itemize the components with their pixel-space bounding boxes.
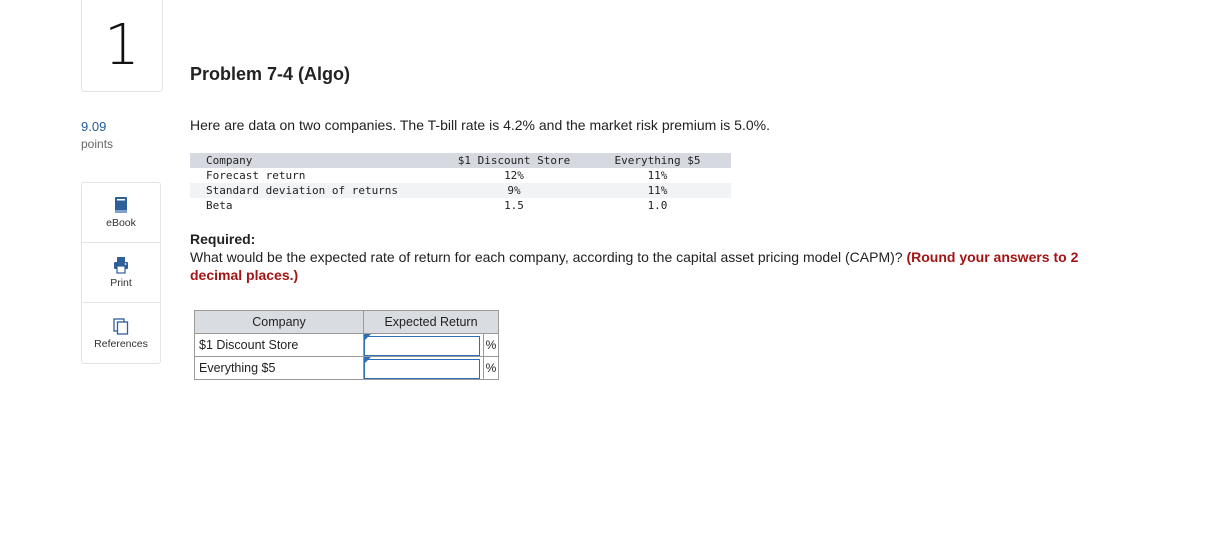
tools-panel: eBook Print References (81, 182, 161, 364)
points-value: 9.09 (81, 119, 107, 134)
references-label: References (94, 337, 148, 350)
percent-unit: % (483, 333, 499, 357)
row-label: Forecast return (206, 169, 306, 182)
answer-table: Company Expected Return $1 Discount Stor… (194, 310, 499, 380)
answer-cell (363, 356, 484, 380)
table-header-row: Company $1 Discount Store Everything $5 (190, 153, 731, 168)
input-flag-icon (364, 334, 371, 341)
row-value: 9% (444, 183, 584, 198)
row-value: 11% (647, 169, 668, 182)
references-icon (113, 317, 129, 335)
question-body: What would be the expected rate of retur… (190, 249, 907, 265)
header-everything-5: Everything $5 (584, 153, 731, 168)
answer-row: $1 Discount Store % (194, 333, 499, 357)
required-heading: Required: (190, 231, 256, 247)
company-data-table: Company $1 Discount Store Everything $5 … (190, 153, 731, 213)
table-row: Beta 1.5 1.0 (190, 198, 731, 213)
answer-cell (363, 333, 484, 357)
header-discount-store: $1 Discount Store (444, 153, 584, 168)
answer-company: Everything $5 (194, 356, 364, 380)
ebook-label: eBook (106, 217, 136, 229)
answer-header-company: Company (194, 310, 364, 334)
ebook-button[interactable]: eBook (82, 183, 160, 243)
problem-title: Problem 7-4 (Algo) (190, 64, 351, 84)
header-company: Company (190, 153, 444, 168)
answer-header-row: Company Expected Return (194, 310, 499, 334)
printer-icon (114, 257, 128, 274)
row-value: 1.0 (647, 199, 668, 212)
row-value: 1.5 (504, 199, 524, 212)
row-value: 12% (504, 169, 524, 182)
row-label: Beta (206, 199, 233, 212)
answer-header-expected-return: Expected Return (363, 310, 499, 334)
answer-row: Everything $5 % (194, 356, 499, 380)
print-label: Print (110, 277, 132, 289)
answer-company: $1 Discount Store (194, 333, 364, 357)
expected-return-input-discount-store[interactable] (364, 335, 480, 356)
points-label: points (81, 137, 114, 151)
references-button[interactable]: References (82, 303, 160, 363)
print-button[interactable]: Print (82, 243, 160, 303)
book-icon (115, 197, 127, 213)
table-row: Forecast return 12% 11% (190, 168, 731, 183)
table-row: Standard deviation of returns 9% 11% (190, 183, 731, 198)
percent-unit: % (483, 356, 499, 380)
question-number: 1 (81, 0, 163, 92)
input-flag-icon (364, 357, 371, 364)
row-value: 11% (584, 183, 731, 198)
expected-return-input-everything-5[interactable] (364, 358, 480, 379)
problem-intro: Here are data on two companies. The T-bi… (190, 117, 770, 133)
question-text: What would be the expected rate of retur… (190, 248, 1110, 284)
row-label: Standard deviation of returns (190, 183, 444, 198)
